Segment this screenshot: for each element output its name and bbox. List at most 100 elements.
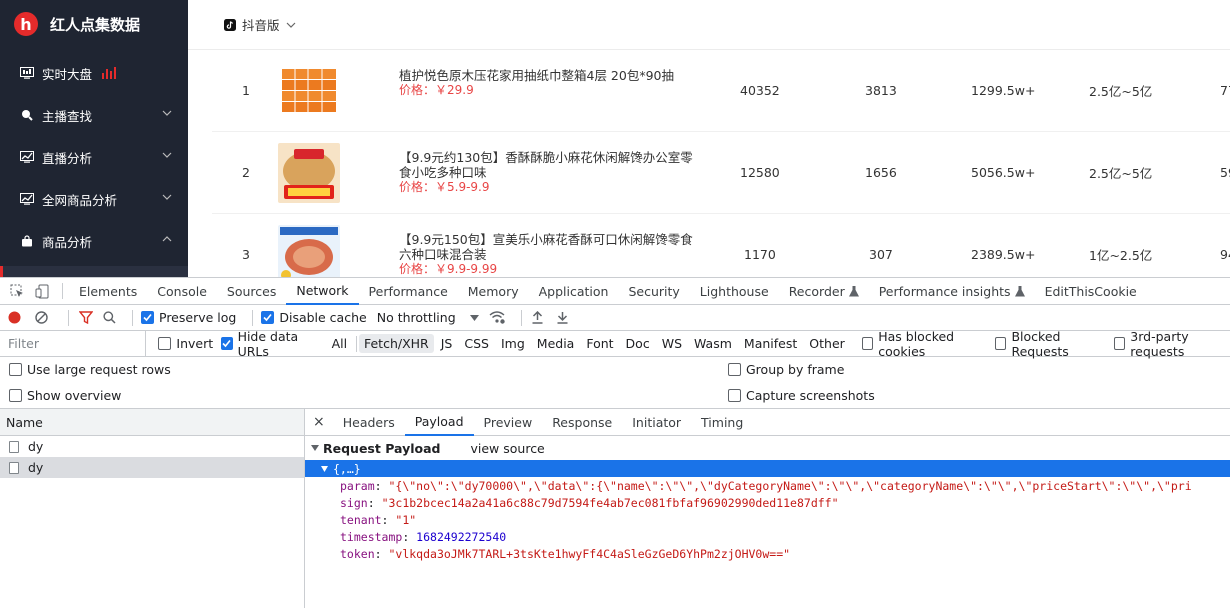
sidebar-subitem-active[interactable] [0, 266, 188, 277]
invert-checkbox[interactable]: Invert [158, 336, 213, 351]
tab-lighthouse[interactable]: Lighthouse [690, 278, 779, 305]
large-rows-checkbox[interactable]: Use large request rows [9, 362, 171, 377]
type-filter-ws[interactable]: WS [657, 334, 687, 353]
tab-memory[interactable]: Memory [458, 278, 529, 305]
sidebar-item-realtime[interactable]: 实时大盘 [0, 52, 188, 94]
product-table: 1 植护悦色原木压花家用抽纸巾整箱4层 20包*90抽 价格：￥29.9 403… [212, 50, 1230, 277]
sidebar-item-product-analysis[interactable]: 商品分析 [0, 220, 188, 262]
network-lower-pane: Name dy dy × Headers Payload Preview Res… [0, 409, 1230, 608]
blocked-requests-checkbox[interactable]: Blocked Requests [995, 329, 1106, 359]
tab-console[interactable]: Console [147, 278, 217, 305]
close-detail-button[interactable]: × [305, 409, 333, 436]
throttling-select[interactable]: No throttling [377, 310, 479, 325]
devtools-panel: Elements Console Sources Network Perform… [0, 277, 1230, 608]
table-row[interactable]: 3 【9.9元150包】宣美乐小麻花香酥可口休闲解馋零食六种口味混合装 价格：￥… [212, 214, 1230, 277]
type-filter-css[interactable]: CSS [459, 334, 494, 353]
checkbox-unchecked-icon [158, 337, 172, 350]
preserve-log-checkbox[interactable]: Preserve log [141, 310, 236, 325]
import-har-icon[interactable] [532, 311, 543, 324]
tab-timing[interactable]: Timing [691, 409, 753, 436]
type-filter-font[interactable]: Font [581, 334, 618, 353]
clear-icon[interactable] [35, 311, 48, 324]
request-row[interactable]: dy [0, 436, 304, 457]
tab-payload[interactable]: Payload [404, 409, 474, 436]
tab-preview[interactable]: Preview [474, 409, 543, 436]
tab-performance-insights[interactable]: Performance insights [869, 278, 1035, 305]
payload-field-timestamp[interactable]: timestamp: 1682492272540 [305, 528, 1230, 545]
tab-performance[interactable]: Performance [359, 278, 458, 305]
column-header-name[interactable]: Name [0, 409, 304, 436]
triangle-down-icon[interactable] [311, 444, 320, 452]
field-value: "vlkqda3oJMk7TARL+3tsKte1hwyFf4C4aSleGzG… [388, 546, 791, 561]
payload-header: Request Payload view source [305, 436, 1230, 460]
sidebar-item-all-products[interactable]: 全网商品分析 [0, 178, 188, 220]
product-title[interactable]: 【9.9元150包】宣美乐小麻花香酥可口休闲解馋零食六种口味混合装 [399, 232, 699, 262]
checkbox-label: Preserve log [159, 310, 237, 325]
group-by-frame-checkbox[interactable]: Group by frame [728, 362, 844, 377]
tab-elements[interactable]: Elements [69, 278, 147, 305]
payload-field-param[interactable]: param: "{\"no\":\"dy70000\",\"data\":{\"… [305, 477, 1230, 494]
payload-title[interactable]: Request Payload [323, 441, 440, 456]
payload-field-tenant[interactable]: tenant: "1" [305, 511, 1230, 528]
device-toolbar-icon[interactable] [29, 278, 56, 305]
product-title[interactable]: 植护悦色原木压花家用抽纸巾整箱4层 20包*90抽 [399, 68, 699, 83]
type-filter-manifest[interactable]: Manifest [739, 334, 802, 353]
disable-cache-checkbox[interactable]: Disable cache [261, 310, 367, 325]
request-row-selected[interactable]: dy [0, 457, 304, 478]
has-blocked-cookies-checkbox[interactable]: Has blocked cookies [861, 329, 987, 359]
tab-sources[interactable]: Sources [217, 278, 286, 305]
product-image[interactable] [278, 61, 340, 121]
table-row[interactable]: 2 【9.9元约130包】香酥酥脆小麻花休闲解馋办公室零食小吃多种口味 价格：￥… [212, 132, 1230, 214]
platform-switcher[interactable]: 抖音版 [188, 0, 1230, 50]
product-image[interactable] [278, 143, 340, 203]
tab-headers[interactable]: Headers [333, 409, 405, 436]
tab-recorder[interactable]: Recorder [779, 278, 869, 305]
payload-object-row[interactable]: {,…} [305, 460, 1230, 477]
tab-initiator[interactable]: Initiator [622, 409, 691, 436]
sidebar-item-streamer-search[interactable]: 主播查找 [0, 94, 188, 136]
table-row[interactable]: 1 植护悦色原木压花家用抽纸巾整箱4层 20包*90抽 价格：￥29.9 403… [212, 50, 1230, 132]
search-icon[interactable] [103, 311, 116, 324]
tab-network[interactable]: Network [286, 278, 359, 305]
export-har-icon[interactable] [557, 311, 568, 324]
record-icon[interactable] [8, 311, 21, 324]
rank: 2 [242, 165, 250, 180]
capture-screenshots-checkbox[interactable]: Capture screenshots [728, 388, 875, 403]
checkbox-checked-icon [141, 311, 154, 324]
sidebar-item-live-analysis[interactable]: 直播分析 [0, 136, 188, 178]
toolbar-divider [356, 335, 357, 352]
file-icon [9, 461, 19, 474]
tab-response[interactable]: Response [542, 409, 622, 436]
metric-5: 77 [1220, 83, 1230, 98]
brand[interactable]: h 红人点集数据 [0, 0, 188, 48]
type-filter-js[interactable]: JS [436, 334, 458, 353]
checkbox-unchecked-icon [728, 389, 741, 402]
metric-4: 2.5亿~5亿 [1089, 84, 1153, 99]
view-source-link[interactable]: view source [470, 441, 544, 456]
type-filter-img[interactable]: Img [496, 334, 530, 353]
payload-field-sign[interactable]: sign: "3c1b2bcec14a2a41a6c88c79d7594fe4a… [305, 494, 1230, 511]
type-filter-wasm[interactable]: Wasm [689, 334, 737, 353]
toolbar-divider [252, 309, 254, 326]
field-key: timestamp [340, 529, 403, 544]
tab-editthiscookie[interactable]: EditThisCookie [1035, 278, 1147, 305]
third-party-checkbox[interactable]: 3rd-party requests [1113, 329, 1230, 359]
network-conditions-icon[interactable] [489, 311, 505, 324]
filter-input[interactable]: Filter [0, 330, 147, 357]
filter-icon[interactable] [79, 311, 93, 324]
type-filter-other[interactable]: Other [804, 334, 850, 353]
payload-field-token[interactable]: token: "vlkqda3oJMk7TARL+3tsKte1hwyFf4C4… [305, 545, 1230, 562]
type-filter-media[interactable]: Media [532, 334, 580, 353]
inspect-element-icon[interactable] [0, 278, 29, 305]
devtools-tabbar: Elements Console Sources Network Perform… [0, 278, 1230, 305]
type-filter-all[interactable]: All [327, 334, 353, 353]
tab-application[interactable]: Application [529, 278, 619, 305]
tab-security[interactable]: Security [618, 278, 689, 305]
type-filter-doc[interactable]: Doc [621, 334, 655, 353]
metric-3: 1299.5w+ [971, 83, 1036, 98]
hide-data-urls-checkbox[interactable]: Hide data URLs [221, 329, 319, 359]
product-image[interactable] [278, 225, 340, 277]
product-title[interactable]: 【9.9元约130包】香酥酥脆小麻花休闲解馋办公室零食小吃多种口味 [399, 150, 699, 180]
type-filter-fetch-xhr[interactable]: Fetch/XHR [358, 334, 434, 353]
show-overview-checkbox[interactable]: Show overview [9, 388, 121, 403]
